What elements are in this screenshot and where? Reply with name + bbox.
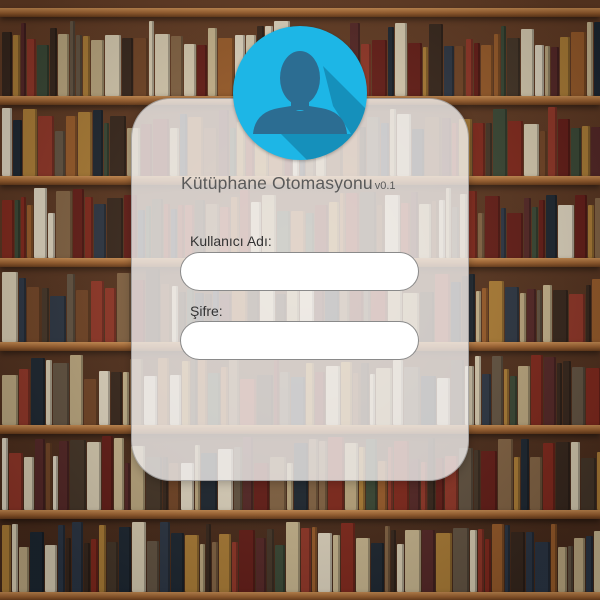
user-silhouette-icon	[253, 51, 367, 160]
username-label: Kullanıcı Adı:	[190, 233, 272, 249]
username-input[interactable]	[180, 252, 419, 291]
user-avatar-icon	[233, 26, 367, 160]
app-title-text: Kütüphane Otomasyonu	[181, 173, 373, 193]
app-title: Kütüphane Otomasyonu v0.1	[181, 173, 396, 194]
password-label: Şifre:	[190, 303, 223, 319]
password-input[interactable]	[180, 321, 419, 360]
app-version: v0.1	[374, 180, 396, 192]
